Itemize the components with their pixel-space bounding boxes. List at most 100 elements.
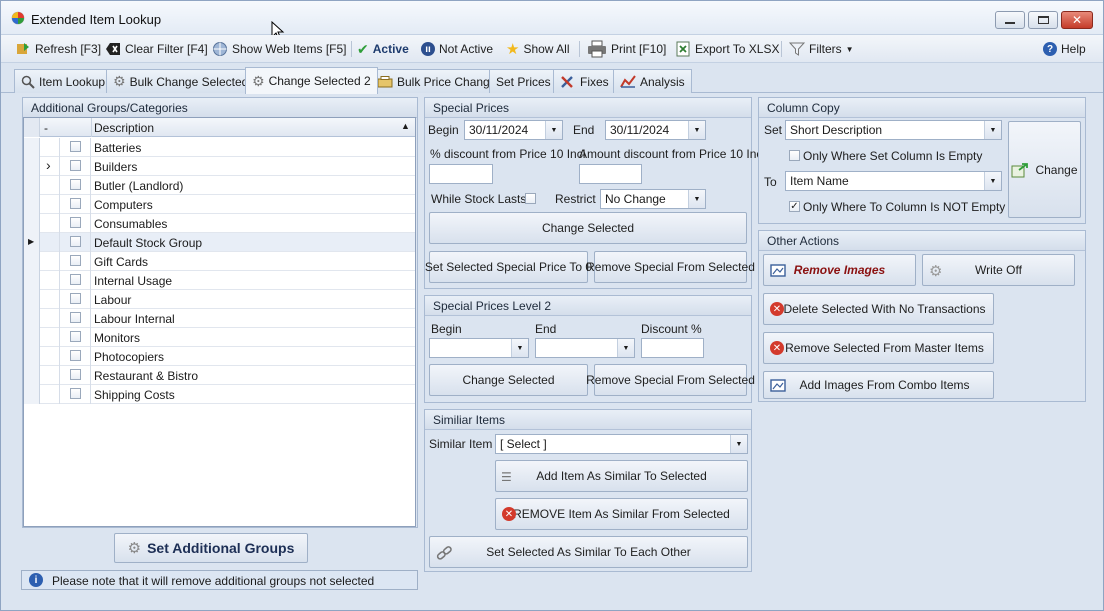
filters-dropdown[interactable]: Filters ▼ [789, 40, 854, 58]
similar-item-dropdown[interactable]: ▼ [730, 435, 747, 453]
table-row[interactable]: Shipping Costs [24, 385, 415, 404]
close-button[interactable]: ✕ [1061, 11, 1093, 29]
row-checkbox[interactable] [70, 388, 81, 399]
write-off-button[interactable]: ⚙ Write Off [922, 254, 1075, 286]
clear-filter-button[interactable]: Clear Filter [F4] [105, 40, 208, 58]
level2-end-dropdown[interactable]: ▼ [617, 339, 634, 357]
row-expand-cell[interactable] [40, 195, 60, 214]
row-indicator[interactable] [24, 214, 40, 233]
level2-change-selected-button[interactable]: Change Selected [429, 364, 588, 396]
print-button[interactable]: Print [F10] [587, 40, 666, 58]
remove-similar-button[interactable]: ✕ REMOVE Item As Similar From Selected [495, 498, 748, 530]
only-where-to-not-empty-checkbox[interactable]: ✓ [789, 201, 800, 212]
restrict-dropdown[interactable]: ▼ [688, 190, 705, 208]
row-expand-cell[interactable] [40, 233, 60, 252]
table-row[interactable]: Computers [24, 195, 415, 214]
tab-bulk-change-selected[interactable]: ⚙ Bulk Change Selected [106, 69, 256, 93]
row-checkbox[interactable] [70, 217, 81, 228]
table-row[interactable]: Labour Internal [24, 309, 415, 328]
tab-bulk-price-change[interactable]: Bulk Price Change [370, 69, 504, 93]
table-row[interactable]: Consumables [24, 214, 415, 233]
table-row[interactable]: › Builders [24, 157, 415, 176]
tab-item-lookup[interactable]: Item Lookup [14, 69, 113, 93]
level2-remove-special-button[interactable]: Remove Special From Selected [586, 364, 755, 396]
row-expand-cell[interactable] [40, 347, 60, 366]
row-expand-cell[interactable] [40, 309, 60, 328]
row-expand-cell[interactable]: › [40, 157, 60, 176]
set-column-select[interactable]: Short Description ▼ [785, 120, 1002, 140]
description-column-header[interactable]: Description [94, 121, 154, 135]
add-similar-button[interactable]: ☰ Add Item As Similar To Selected [495, 460, 748, 492]
row-expand-cell[interactable] [40, 176, 60, 195]
begin-date-dropdown[interactable]: ▼ [545, 121, 562, 139]
row-checkbox[interactable] [70, 350, 81, 361]
add-images-combo-button[interactable]: Add Images From Combo Items [763, 371, 994, 399]
row-indicator[interactable] [24, 271, 40, 290]
row-checkbox[interactable] [70, 141, 81, 152]
to-column-dropdown[interactable]: ▼ [984, 172, 1001, 190]
restrict-select[interactable]: No Change ▼ [600, 189, 706, 209]
minimize-button[interactable] [995, 11, 1025, 29]
tab-set-prices[interactable]: Set Prices [489, 69, 558, 93]
row-checkbox[interactable] [70, 179, 81, 190]
dash-column-header[interactable]: - [44, 121, 48, 135]
row-indicator[interactable] [24, 385, 40, 404]
row-expand-cell[interactable] [40, 214, 60, 233]
row-checkbox[interactable] [70, 160, 81, 171]
row-checkbox[interactable] [70, 255, 81, 266]
row-checkbox[interactable] [70, 274, 81, 285]
set-column-dropdown[interactable]: ▼ [984, 121, 1001, 139]
row-checkbox[interactable] [70, 236, 81, 247]
row-expand-cell[interactable] [40, 252, 60, 271]
refresh-button[interactable]: Refresh [F3] [15, 40, 101, 58]
row-indicator[interactable] [24, 366, 40, 385]
row-indicator[interactable] [24, 290, 40, 309]
row-expand-cell[interactable] [40, 271, 60, 290]
level2-end-field[interactable]: ▼ [535, 338, 635, 358]
active-filter-button[interactable]: ✔ Active [357, 40, 409, 58]
while-stock-lasts-checkbox[interactable] [525, 193, 536, 204]
table-row[interactable]: Monitors [24, 328, 415, 347]
row-expand-cell[interactable] [40, 290, 60, 309]
help-button[interactable]: ? Help [1043, 40, 1086, 58]
row-expand-cell[interactable] [40, 366, 60, 385]
show-web-items-button[interactable]: Show Web Items [F5] [212, 40, 347, 58]
row-indicator[interactable] [24, 328, 40, 347]
level2-discount-input[interactable] [641, 338, 704, 358]
table-row[interactable]: Gift Cards [24, 252, 415, 271]
row-indicator[interactable]: ▶ [24, 233, 40, 252]
tab-change-selected-2[interactable]: ⚙ Change Selected 2 [245, 67, 378, 94]
table-row[interactable]: Internal Usage [24, 271, 415, 290]
level2-begin-dropdown[interactable]: ▼ [511, 339, 528, 357]
table-row[interactable]: Restaurant & Bistro [24, 366, 415, 385]
row-expand-cell[interactable] [40, 385, 60, 404]
table-row[interactable]: Labour [24, 290, 415, 309]
not-active-filter-button[interactable]: ıı Not Active [421, 40, 493, 58]
row-indicator[interactable] [24, 138, 40, 157]
level2-begin-field[interactable]: ▼ [429, 338, 529, 358]
row-checkbox[interactable] [70, 293, 81, 304]
maximize-button[interactable] [1028, 11, 1058, 29]
tab-analysis[interactable]: Analysis [613, 69, 692, 93]
set-additional-groups-button[interactable]: ⚙ Set Additional Groups [114, 533, 308, 563]
row-expand-cell[interactable] [40, 328, 60, 347]
row-checkbox[interactable] [70, 198, 81, 209]
row-indicator[interactable] [24, 176, 40, 195]
row-indicator[interactable] [24, 347, 40, 366]
row-checkbox[interactable] [70, 369, 81, 380]
remove-from-master-button[interactable]: ✕ Remove Selected From Master Items [763, 332, 994, 364]
table-row[interactable]: Butler (Landlord) [24, 176, 415, 195]
row-indicator[interactable] [24, 309, 40, 328]
remove-special-button[interactable]: Remove Special From Selected [586, 251, 755, 283]
export-xlsx-button[interactable]: Export To XLSX [675, 40, 780, 58]
row-indicator[interactable] [24, 252, 40, 271]
end-date-field[interactable]: 30/11/2024 ▼ [605, 120, 706, 140]
set-special-price-zero-button[interactable]: Set Selected Special Price To 0 [425, 251, 592, 283]
amt-discount-input[interactable] [579, 164, 642, 184]
similar-item-select[interactable]: [ Select ] ▼ [495, 434, 748, 454]
row-checkbox[interactable] [70, 331, 81, 342]
table-row[interactable]: Batteries [24, 138, 415, 157]
column-copy-change-button[interactable]: Change [1008, 121, 1081, 218]
table-row[interactable]: ▶ Default Stock Group [24, 233, 415, 252]
begin-date-field[interactable]: 30/11/2024 ▼ [464, 120, 563, 140]
